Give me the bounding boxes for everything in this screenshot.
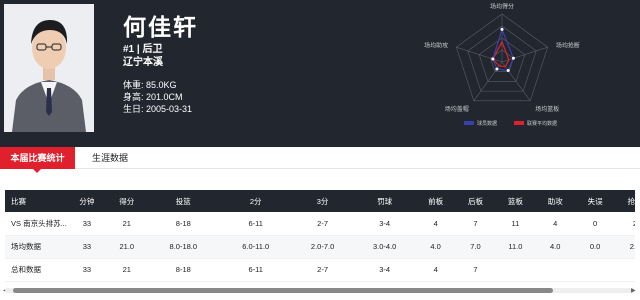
table-cell: VS 南京头排苏...: [5, 212, 67, 236]
column-header: 投篮: [146, 190, 220, 212]
table-cell: 0: [575, 212, 616, 236]
radar-series-player: [492, 27, 515, 72]
table-cell: 场均数据: [5, 235, 67, 259]
table-cell: 2-7: [291, 258, 354, 282]
legend-label: 联赛平均数据: [527, 120, 557, 127]
player-birthday: 生日: 2005-03-31: [123, 104, 193, 114]
table-cell: 21: [106, 258, 147, 282]
table-cell: 4: [535, 212, 576, 236]
table-cell: 4: [415, 212, 456, 236]
legend-label: 球员数据: [477, 120, 497, 127]
scroll-right-icon[interactable]: ▶: [631, 287, 636, 294]
player-photo: [4, 4, 94, 132]
table-cell: 7: [455, 212, 496, 236]
table-cell: [495, 258, 536, 282]
legend-swatch: [514, 121, 524, 125]
column-header: 分钟: [67, 190, 107, 212]
table-cell: 3-4: [353, 258, 416, 282]
player-name: 何佳轩: [123, 14, 198, 40]
table-cell: 8-18: [146, 258, 220, 282]
radar-point: [511, 56, 515, 60]
column-header: 2分: [219, 190, 292, 212]
table-cell: 4.0: [535, 235, 576, 259]
table-cell: 0.0: [575, 235, 616, 259]
table-cell: 4.0: [415, 235, 456, 259]
radar-axis-label: 场均篮板: [535, 105, 559, 113]
radar-axis-label: 场均助攻: [424, 41, 448, 49]
radar-point: [500, 27, 504, 31]
table-cell: 4: [415, 258, 456, 282]
table-cell: [615, 258, 635, 282]
stats-table-container[interactable]: 比赛分钟得分投篮2分3分罚球前板后板篮板助攻失误抢断 VS 南京头排苏...33…: [5, 190, 635, 288]
table-cell: 11.0: [495, 235, 536, 259]
table-cell: 33: [67, 258, 107, 282]
table-cell: 2.0: [615, 235, 635, 259]
column-header: 比赛: [5, 190, 67, 212]
table-cell: [535, 258, 576, 282]
table-cell: 6-11: [219, 212, 292, 236]
radar-series-average: [492, 40, 510, 68]
column-header: 罚球: [353, 190, 416, 212]
table-cell: 21.0: [106, 235, 147, 259]
radar-axis-label: 场均得分: [490, 2, 514, 10]
table-cell: 总和数据: [5, 258, 67, 282]
table-cell: 11: [495, 212, 536, 236]
radar-chart: 场均得分场均抢断场均篮板 场均盖帽 场均助攻球员数据 联赛平均数据: [424, 2, 580, 127]
horizontal-scrollbar[interactable]: [5, 288, 635, 293]
tab-career[interactable]: 生涯数据: [80, 147, 140, 169]
tab-bar: 本届比赛统计 生涯数据: [0, 147, 640, 173]
column-header: 抢断: [615, 190, 635, 212]
radar-point: [491, 57, 495, 61]
table-cell: 8.0-18.0: [146, 235, 220, 259]
table-row: VS 南京头排苏...33218-186-112-73-44711402: [5, 212, 635, 236]
table-row: 总和数据 33 21 8-18 6-11 2-7 3-4 4 7: [5, 258, 635, 282]
column-header: 前板: [415, 190, 456, 212]
table-cell: 8-18: [146, 212, 220, 236]
column-header: 失误: [575, 190, 616, 212]
column-header: 后板: [455, 190, 496, 212]
table-header-row: 比赛分钟得分投篮2分3分罚球前板后板篮板助攻失误抢断: [5, 190, 635, 212]
column-header: 得分: [106, 190, 147, 212]
column-header: 助攻: [535, 190, 576, 212]
table-cell: 21: [106, 212, 147, 236]
radar-axis-label: 场均盖帽: [445, 105, 469, 113]
table-cell: 6.0-11.0: [219, 235, 292, 259]
table-cell: 2: [615, 212, 635, 236]
legend-swatch: [464, 121, 474, 125]
column-header: 篮板: [495, 190, 536, 212]
table-cell: 6-11: [219, 258, 292, 282]
table-cell: 33: [67, 212, 107, 236]
player-team: 辽宁本溪: [123, 57, 163, 68]
radar-point: [495, 67, 499, 71]
column-header: 3分: [291, 190, 354, 212]
table-cell: [575, 258, 616, 282]
table-cell: 7.0: [455, 235, 496, 259]
radar-axis-label: 场均抢断: [556, 41, 580, 49]
player-header: 何佳轩 #1 | 后卫 辽宁本溪 体重: 85.0KG 身高: 201.0CM …: [0, 0, 640, 147]
table-cell: 7: [455, 258, 496, 282]
radar-point: [506, 69, 510, 73]
table-cell: 33: [67, 235, 107, 259]
table-cell: 2-7: [291, 212, 354, 236]
scrollbar-thumb[interactable]: [13, 288, 553, 293]
table-cell: 2.0-7.0: [291, 235, 354, 259]
table-cell: 3.0-4.0: [353, 235, 416, 259]
tab-current-season[interactable]: 本届比赛统计: [0, 147, 75, 173]
stats-table: 比赛分钟得分投篮2分3分罚球前板后板篮板助攻失误抢断 VS 南京头排苏...33…: [5, 190, 635, 282]
table-row: 场均数据 33 21.0 8.0-18.0 6.0-11.0 2.0-7.0 3.0-4.0…: [5, 235, 635, 259]
table-cell: 3-4: [353, 212, 416, 236]
